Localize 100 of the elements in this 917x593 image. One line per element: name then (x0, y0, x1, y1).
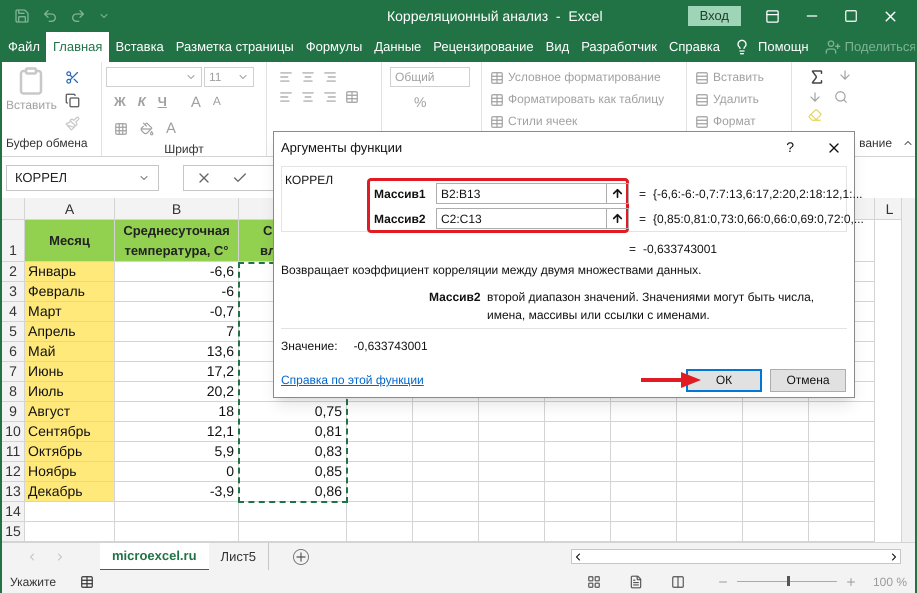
ribbon-tab[interactable]: Рецензирование (427, 32, 540, 62)
empty-cell (413, 442, 479, 462)
merge-icon[interactable] (345, 90, 359, 104)
page-break-icon[interactable] (670, 574, 685, 588)
ribbon-tab[interactable]: Разметка страницы (170, 32, 300, 62)
empty-cell (809, 422, 875, 442)
row-header[interactable]: 15 (2, 522, 25, 542)
empty-cell (545, 422, 611, 442)
row-header[interactable]: 6 (2, 342, 25, 362)
empty-cell (743, 482, 809, 502)
cancel-button[interactable]: Отмена (770, 368, 846, 392)
help-button[interactable]: ? (786, 137, 794, 158)
empty-cell (611, 422, 677, 442)
row-header[interactable]: 11 (2, 442, 25, 462)
argument-label: Массив2 (374, 210, 427, 228)
row-header[interactable]: 7 (2, 362, 25, 382)
help-link[interactable]: Справка по этой функции (281, 371, 678, 389)
empty-cell (413, 462, 479, 482)
eraser-icon[interactable] (808, 108, 822, 122)
font-name-field[interactable] (106, 67, 202, 87)
empty-cell (479, 402, 545, 422)
ribbon-tab[interactable]: Вставка (109, 32, 170, 62)
align-right-icon[interactable] (323, 90, 337, 104)
empty-cell (479, 422, 545, 442)
styles-icon (490, 114, 504, 128)
empty-cell (677, 502, 743, 522)
row-header[interactable]: 2 (2, 262, 25, 282)
argument-description: второй диапазон значений. Значениями могут быть числа, имена, массивы или ссылки с именами. (487, 289, 816, 324)
row-header[interactable]: 1 (2, 220, 25, 262)
empty-cell (413, 482, 479, 502)
align-center-icon[interactable] (301, 90, 315, 104)
table-cell: Месяц (25, 220, 115, 262)
ribbon-tab[interactable]: Формулы (300, 32, 368, 62)
status-text: Укажите (10, 574, 58, 590)
empty-cell (545, 482, 611, 502)
zoom-in-icon[interactable] (844, 576, 857, 588)
cells-icon (695, 70, 709, 84)
styles-icon (490, 70, 504, 84)
sign-in-button[interactable]: Вход (688, 6, 741, 26)
ribbon-tab[interactable]: Главная (46, 32, 110, 62)
ribbon-tab[interactable]: Вид (540, 32, 576, 62)
fill-down-icon[interactable] (808, 90, 822, 104)
group-label: Шрифт (163, 141, 205, 158)
empty-cell (347, 482, 413, 502)
ribbon-tab[interactable]: Данные (368, 32, 428, 62)
maximize-icon[interactable] (844, 9, 858, 23)
empty-cell (809, 502, 875, 522)
page-layout-icon[interactable] (628, 574, 643, 588)
formula-result: -0,633743001 (643, 241, 718, 258)
table-cell: 0,86 (239, 482, 347, 502)
row-header[interactable]: 4 (2, 302, 25, 322)
table-cell: 7 (115, 322, 239, 342)
brush-icon[interactable] (64, 116, 80, 131)
empty-cell (479, 442, 545, 462)
empty-cell (743, 502, 809, 522)
tell-me-field[interactable]: Помощн (758, 37, 809, 57)
argument-field[interactable]: B2:B13 (436, 183, 629, 204)
argument-field[interactable]: C2:C13 (436, 208, 629, 229)
empty-cell (545, 502, 611, 522)
vertical-scrollbar[interactable] (901, 198, 915, 542)
name-box[interactable]: КОРРЕЛ (6, 164, 159, 190)
fill-icon[interactable] (140, 122, 154, 136)
empty-cell (545, 402, 611, 422)
new-sheet-icon[interactable] (293, 548, 310, 564)
row-header[interactable]: 5 (2, 322, 25, 342)
row-header[interactable]: 12 (2, 462, 25, 482)
ribbon-tab[interactable]: Разработчик (575, 32, 663, 62)
cells-icon (695, 114, 709, 128)
empty-cell (347, 422, 413, 442)
ribbon-display-icon[interactable] (765, 8, 780, 24)
copy-icon[interactable] (64, 93, 80, 108)
row-header[interactable]: 3 (2, 282, 25, 302)
ribbon-tab[interactable]: Файл (2, 32, 46, 62)
table-cell: 0,85 (239, 462, 347, 482)
ok-button[interactable]: ОК (686, 368, 762, 392)
row-header[interactable]: 9 (2, 402, 25, 422)
row-header[interactable]: 13 (2, 482, 25, 502)
table-cell: 5,9 (115, 442, 239, 462)
empty-cell (413, 402, 479, 422)
empty-cell (677, 482, 743, 502)
table-cell: Декабрь (25, 482, 115, 502)
ribbon-tab[interactable]: Справка (663, 32, 726, 62)
sheet-tab[interactable]: microexcel.ru (100, 542, 209, 570)
normal-view-icon[interactable] (586, 574, 601, 588)
row-header[interactable]: 14 (2, 502, 25, 522)
empty-cell (347, 442, 413, 462)
align-left-icon[interactable] (279, 90, 293, 104)
borders-icon[interactable] (114, 122, 128, 136)
save-icon[interactable] (14, 8, 30, 24)
row-header[interactable]: 8 (2, 382, 25, 402)
undo-icon[interactable] (42, 8, 58, 24)
search-icon[interactable] (834, 90, 848, 104)
zoom-slider-thumb[interactable] (786, 576, 790, 586)
macro-record-icon (80, 574, 94, 588)
horizontal-scrollbar[interactable] (571, 549, 901, 564)
scissors-icon[interactable] (64, 70, 80, 85)
empty-cell (479, 502, 545, 522)
row-header[interactable]: 10 (2, 422, 25, 442)
redo-icon[interactable] (70, 8, 86, 24)
empty-cell (677, 462, 743, 482)
